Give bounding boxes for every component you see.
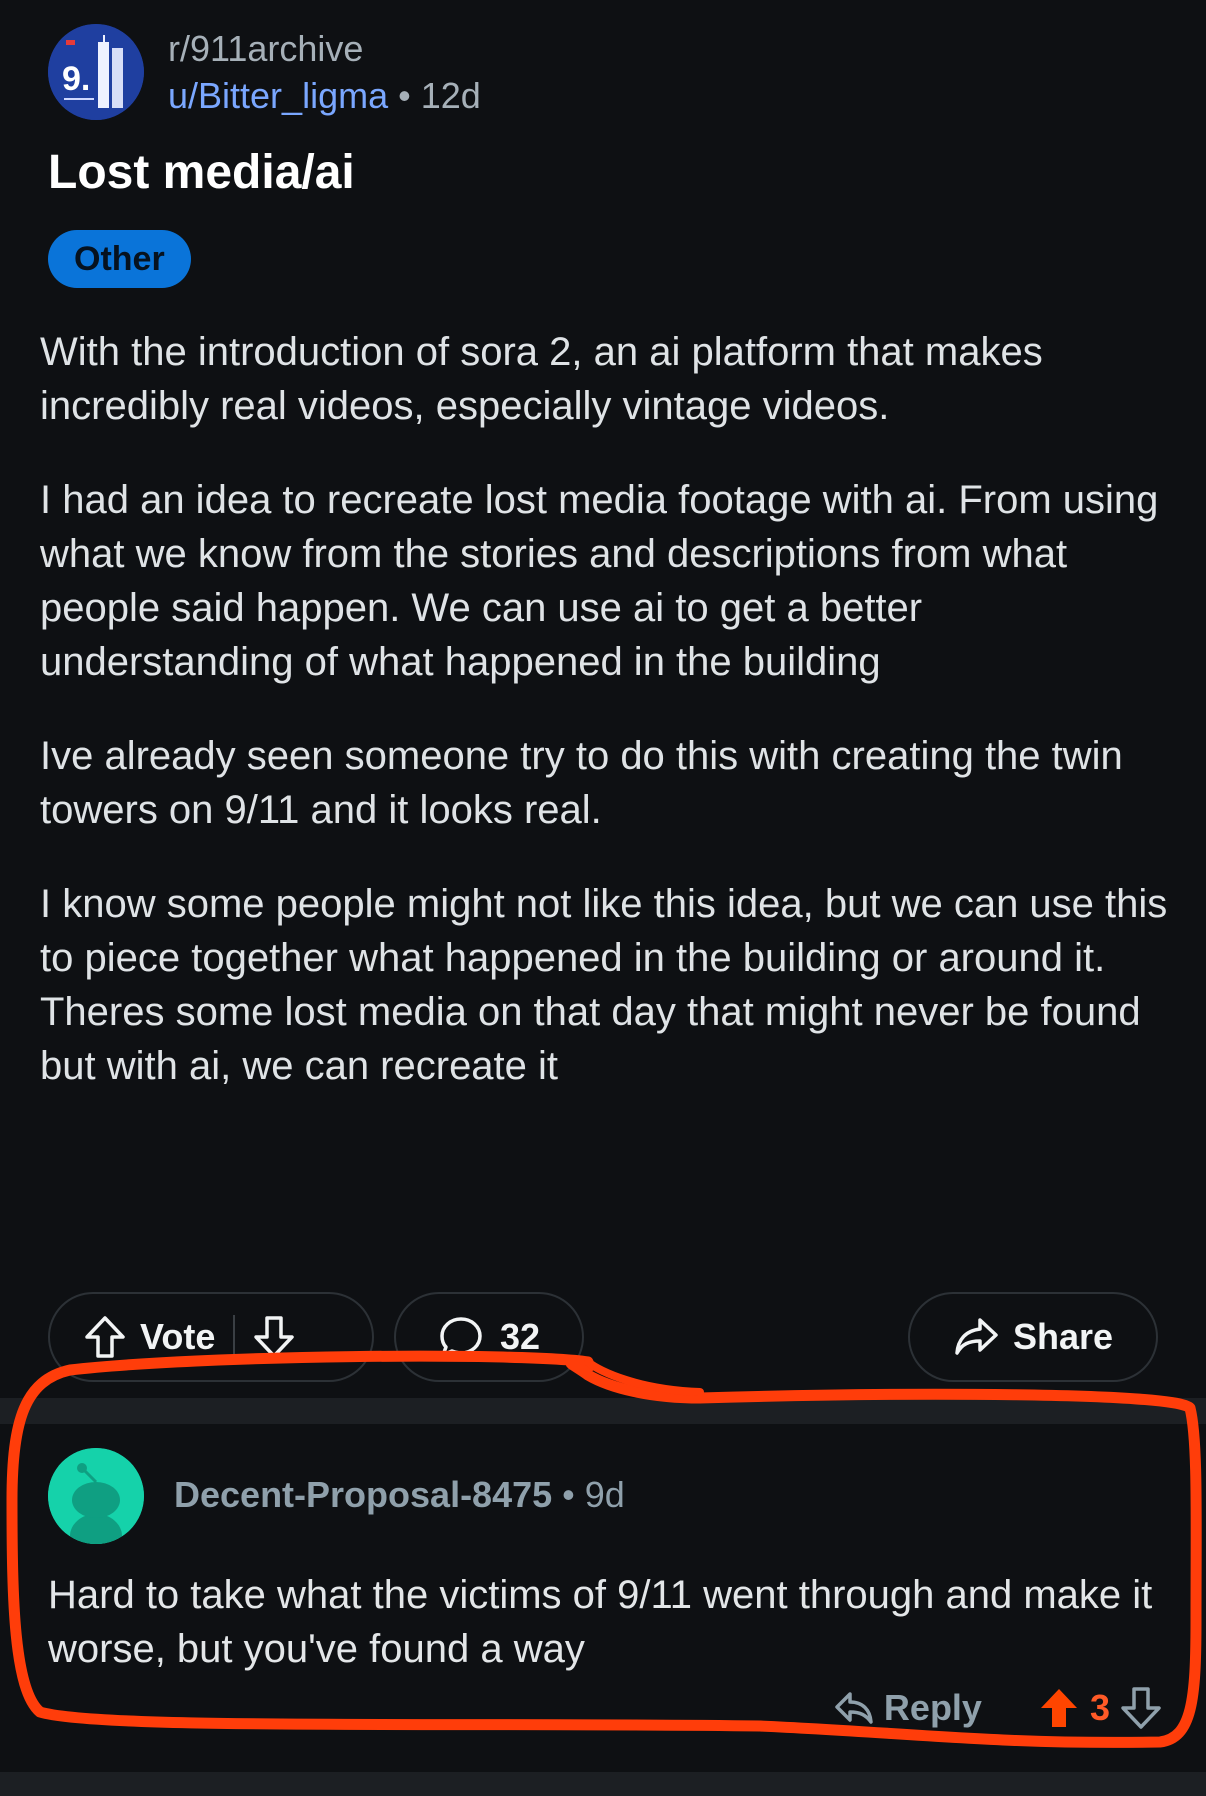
subreddit-avatar[interactable]: 9.: [48, 24, 144, 120]
author-link[interactable]: u/Bitter_ligma: [168, 75, 388, 116]
twin-towers-logo-icon: 9.: [48, 24, 144, 120]
downvote-arrow-icon[interactable]: [253, 1315, 295, 1359]
post-header: 9. r/911archive u/Bitter_ligma • 12d: [48, 24, 481, 120]
comment-avatar[interactable]: [48, 1448, 144, 1544]
comment-count: 32: [499, 1316, 541, 1357]
comment-username[interactable]: Decent-Proposal-8475: [174, 1474, 552, 1515]
post-paragraph: I had an idea to recreate lost media foo…: [40, 478, 1159, 684]
post-paragraph: Ive already seen someone try to do this …: [40, 734, 1123, 832]
subreddit-name[interactable]: r/911archive: [168, 26, 481, 71]
vote-label[interactable]: Vote: [140, 1316, 215, 1358]
share-arrow-icon: [953, 1316, 999, 1358]
post-flair[interactable]: Other: [48, 230, 191, 288]
share-button[interactable]: Share: [908, 1292, 1158, 1382]
comment-score: 3: [1089, 1687, 1110, 1728]
comment: Decent-Proposal-8475 • 9d Hard to take wha…: [0, 1424, 1206, 1772]
upvote-arrow-icon[interactable]: [84, 1315, 126, 1359]
vote-divider: [233, 1315, 236, 1359]
post-meta: r/911archive u/Bitter_ligma • 12d: [168, 26, 481, 118]
reply-button[interactable]: Reply: [884, 1687, 982, 1729]
speech-bubble-icon: [438, 1314, 484, 1360]
meta-separator: •: [562, 1474, 575, 1515]
comment-age: 9d: [584, 1474, 625, 1515]
upvote-arrow-icon[interactable]: [1038, 1686, 1080, 1730]
bottom-divider: [0, 1772, 1206, 1796]
comment-meta: Decent-Proposal-8475 • 9d: [174, 1474, 625, 1516]
reply-arrow-icon[interactable]: [834, 1690, 874, 1726]
snoo-avatar-icon: [48, 1448, 144, 1544]
post-paragraph: I know some people might not like this i…: [40, 882, 1168, 1088]
share-label: Share: [1012, 1316, 1114, 1357]
svg-text:9.: 9.: [62, 60, 90, 98]
post-age: 12d: [420, 75, 481, 116]
comment-action-bar: Reply 3: [834, 1686, 1162, 1730]
vote-pill: Vote: [48, 1292, 374, 1382]
comment-text: Hard to take what the victims of 9/11 we…: [48, 1573, 1153, 1671]
reddit-post-page: 9. r/911archive u/Bitter_ligma • 12d Lost …: [0, 0, 1206, 1796]
post-body: With the introduction of sora 2, an ai p…: [40, 325, 1170, 1133]
comments-button[interactable]: 32: [394, 1292, 584, 1382]
post-action-bar: Vote 32 Share: [48, 1292, 1158, 1386]
section-divider: [0, 1398, 1206, 1424]
author-line: u/Bitter_ligma • 12d: [168, 73, 481, 118]
post-title: Lost media/ai: [48, 146, 355, 199]
post-paragraph: With the introduction of sora 2, an ai p…: [40, 330, 1043, 428]
meta-separator: •: [398, 75, 411, 116]
downvote-arrow-icon[interactable]: [1120, 1686, 1162, 1730]
